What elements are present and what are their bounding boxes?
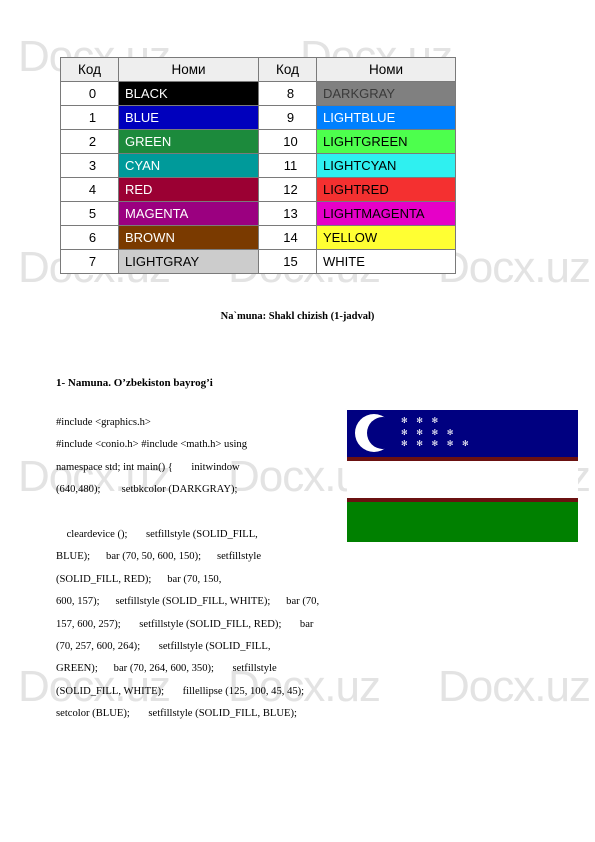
header-code-left: Код bbox=[60, 57, 119, 82]
cell-code-right: 11 bbox=[258, 153, 317, 178]
cell-color-name-left: MAGENTA bbox=[118, 201, 259, 226]
document-page: Код Номи Код Номи 0 BLACK 8 DARKGRAY 1 BLUE 9 L… bbox=[0, 0, 595, 842]
flag-stars-group: ✻ ✻ ✻ ✻ ✻ ✻ ✻ ✻ ✻ ✻ ✻ ✻ bbox=[401, 415, 471, 450]
cell-color-name-right: LIGHTGREEN bbox=[316, 129, 456, 154]
cell-code-right: 14 bbox=[258, 225, 317, 250]
cell-code-left: 7 bbox=[60, 249, 119, 274]
code-line: #include <conio.h> #include <math.h> usi… bbox=[56, 439, 248, 451]
crescent-inner-disc bbox=[367, 417, 399, 449]
cell-code-right: 9 bbox=[258, 105, 317, 130]
code-line: (SOLID_FILL, WHITE); fillellipse (125, 1… bbox=[56, 685, 305, 697]
cell-code-left: 3 bbox=[60, 153, 119, 178]
cell-color-name-right: LIGHTRED bbox=[316, 177, 456, 202]
cell-color-name-right: LIGHTMAGENTA bbox=[316, 201, 456, 226]
flag-white-band bbox=[347, 461, 578, 498]
table-row: 2 GREEN 10 LIGHTGREEN bbox=[60, 129, 456, 154]
code-line: #include <graphics.h> bbox=[56, 417, 151, 428]
code-line: 157, 600, 257); setfillstyle (SOLID_FILL… bbox=[56, 618, 314, 630]
code-line: setcolor (BLUE); setfillstyle (SOLID_FIL… bbox=[56, 708, 297, 720]
flag-star-row: ✻ ✻ ✻ ✻ bbox=[401, 427, 457, 437]
color-table-body: 0 BLACK 8 DARKGRAY 1 BLUE 9 LIGHTBLUE 2 GREEN 10 LI… bbox=[60, 81, 456, 274]
cell-code-left: 6 bbox=[60, 225, 119, 250]
header-code-right: Код bbox=[258, 57, 317, 82]
cell-color-name-right: LIGHTBLUE bbox=[316, 105, 456, 130]
table-row: 5 MAGENTA 13 LIGHTMAGENTA bbox=[60, 201, 456, 226]
cell-color-name-left: LIGHTGRAY bbox=[118, 249, 259, 274]
code-line: (SOLID_FILL, RED); bar (70, 150, bbox=[56, 573, 222, 585]
code-line: (640,480); setbkcolor (DARKGRAY); bbox=[56, 484, 238, 496]
cell-code-right: 15 bbox=[258, 249, 317, 274]
cell-color-name-left: GREEN bbox=[118, 129, 259, 154]
uzbekistan-flag-figure: ✻ ✻ ✻ ✻ ✻ ✻ ✻ ✻ ✻ ✻ ✻ ✻ bbox=[347, 410, 578, 542]
table-row: 6 BROWN 14 YELLOW bbox=[60, 225, 456, 250]
code-line: namespace std; int main() { initwindow bbox=[56, 461, 240, 473]
flag-green-band bbox=[347, 502, 578, 542]
cell-color-name-right: LIGHTCYAN bbox=[316, 153, 456, 178]
cell-code-right: 13 bbox=[258, 201, 317, 226]
table-header-row: Код Номи Код Номи bbox=[60, 57, 456, 82]
flag-star-row: ✻ ✻ ✻ bbox=[401, 416, 442, 425]
color-code-table-container: Код Номи Код Номи 0 BLACK 8 DARKGRAY 1 BLUE 9 L… bbox=[60, 57, 456, 274]
cell-color-name-left: BROWN bbox=[118, 225, 259, 250]
cell-color-name-right: YELLOW bbox=[316, 225, 456, 250]
cell-color-name-right: WHITE bbox=[316, 249, 456, 274]
flag-star-row: ✻ ✻ ✻ ✻ ✻ bbox=[401, 439, 472, 448]
table-row: 4 RED 12 LIGHTRED bbox=[60, 177, 456, 202]
cell-color-name-left: RED bbox=[118, 177, 259, 202]
cell-color-name-left: CYAN bbox=[118, 153, 259, 178]
cell-code-left: 2 bbox=[60, 129, 119, 154]
cell-code-right: 10 bbox=[258, 129, 317, 154]
cell-code-right: 12 bbox=[258, 177, 317, 202]
code-line: 600, 157); setfillstyle (SOLID_FILL, WHI… bbox=[56, 596, 320, 608]
table-row: 1 BLUE 9 LIGHTBLUE bbox=[60, 105, 456, 130]
section-heading: 1- Namuna. O’zbekiston bayrog’i bbox=[56, 377, 213, 389]
color-code-table: Код Номи Код Номи 0 BLACK 8 DARKGRAY 1 BLUE 9 L… bbox=[60, 57, 456, 274]
table-row: 7 LIGHTGRAY 15 WHITE bbox=[60, 249, 456, 274]
table-caption: Na`muna: Shakl chizish (1-jadval) bbox=[220, 311, 375, 322]
source-code-listing: #include <graphics.h> #include <conio.h> … bbox=[56, 412, 356, 726]
cell-code-left: 5 bbox=[60, 201, 119, 226]
cell-code-left: 4 bbox=[60, 177, 119, 202]
code-line: cleardevice (); setfillstyle (SOLID_FILL… bbox=[56, 529, 258, 541]
cell-color-name-right: DARKGRAY bbox=[316, 81, 456, 106]
table-row: 3 CYAN 11 LIGHTCYAN bbox=[60, 153, 456, 178]
code-line: GREEN); bar (70, 264, 600, 350); setfill… bbox=[56, 663, 277, 675]
code-line: (70, 257, 600, 264); setfillstyle (SOLID… bbox=[56, 641, 271, 653]
header-name-right: Номи bbox=[316, 57, 456, 82]
cell-code-left: 1 bbox=[60, 105, 119, 130]
cell-color-name-left: BLUE bbox=[118, 105, 259, 130]
header-name-left: Номи bbox=[118, 57, 259, 82]
code-line: BLUE); bar (70, 50, 600, 150); setfillst… bbox=[56, 551, 262, 563]
cell-code-left: 0 bbox=[60, 81, 119, 106]
table-row: 0 BLACK 8 DARKGRAY bbox=[60, 81, 456, 106]
crescent-moon-icon bbox=[355, 414, 399, 454]
cell-code-right: 8 bbox=[258, 81, 317, 106]
cell-color-name-left: BLACK bbox=[118, 81, 259, 106]
